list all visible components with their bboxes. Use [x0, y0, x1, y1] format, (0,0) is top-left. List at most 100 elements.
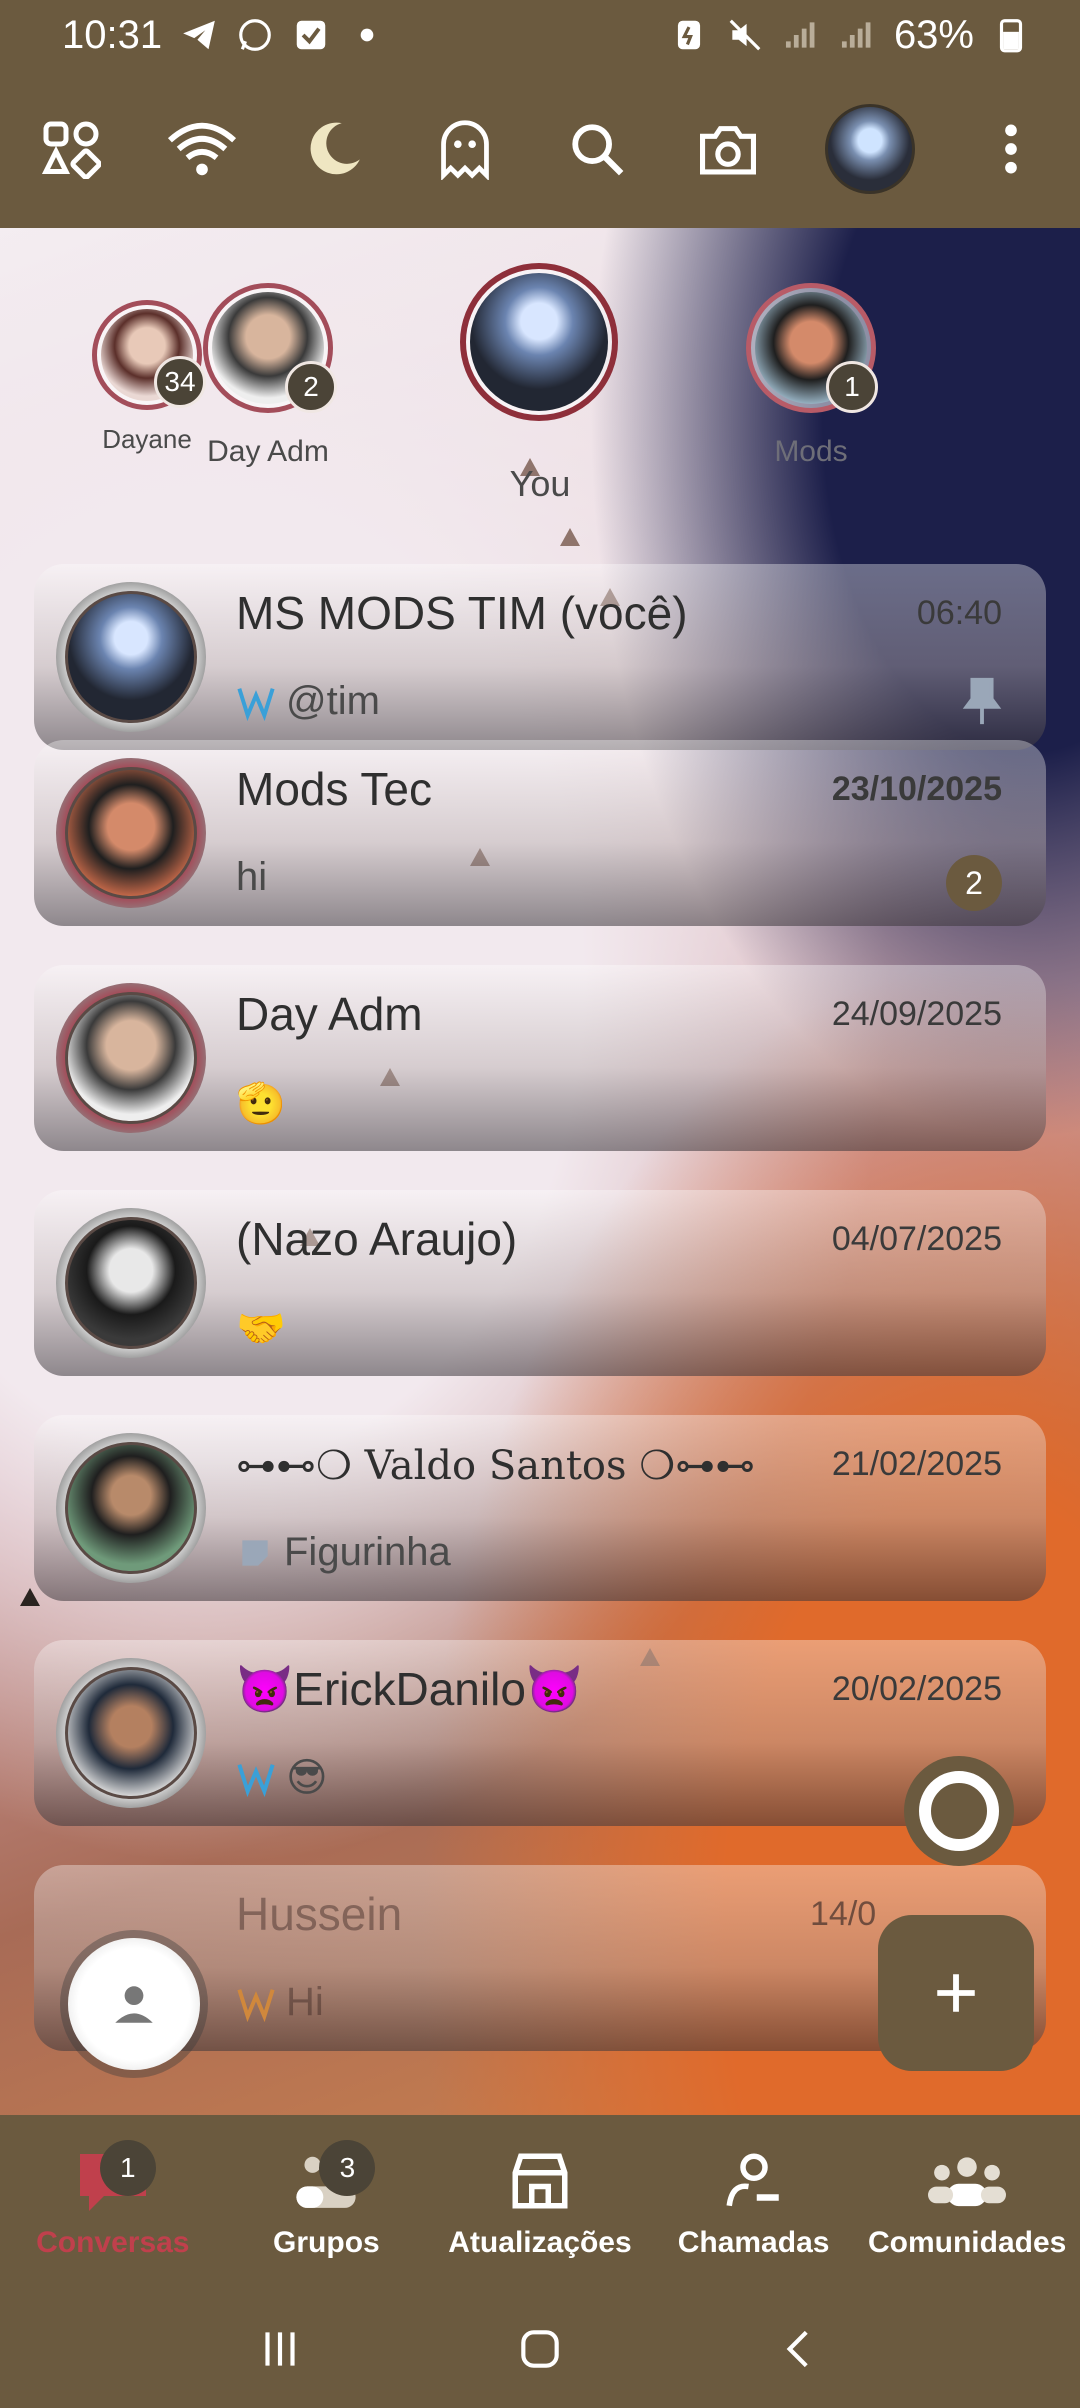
chat-time: 04/07/2025 — [831, 1220, 1002, 1258]
stories-row: 34 Dayane 2 Day Adm You 1 Mods — [0, 228, 1080, 528]
communities-icon — [928, 2156, 1007, 2206]
ghost-icon[interactable] — [430, 114, 500, 184]
chat-item[interactable]: Day Adm 24/09/2025 🫡 — [34, 965, 1046, 1151]
chat-message: 🤝 — [236, 1307, 286, 1351]
brand-w-icon — [237, 687, 275, 721]
telegram-icon — [183, 20, 215, 50]
nav-label: Grupos — [273, 2225, 380, 2259]
chat-preview: @tim — [236, 679, 380, 724]
story-name: Day Adm — [207, 435, 329, 468]
chat-preview: 😎 — [236, 1755, 328, 1801]
tab-grupos[interactable]: 3 Grupos — [221, 2139, 431, 2260]
unread-badge: 2 — [946, 855, 1002, 911]
more-vert-icon[interactable] — [976, 114, 1046, 184]
avatar — [65, 992, 197, 1124]
system-navigation — [0, 2290, 1080, 2408]
whatsapp-icon — [239, 19, 271, 51]
story-dayane[interactable]: 34 Dayane — [92, 300, 206, 455]
wifi-icon[interactable] — [167, 114, 237, 184]
new-chat-button[interactable] — [878, 1915, 1034, 2071]
chat-item[interactable]: (Nazo Araujo) 04/07/2025 🤝 — [34, 1190, 1046, 1376]
chat-preview: Figurinha — [236, 1530, 451, 1575]
avatar — [65, 1217, 197, 1349]
story-avatar — [470, 273, 608, 411]
person-icon — [115, 1986, 153, 2023]
story-name: Mods — [774, 435, 848, 468]
story-day-adm[interactable]: 2 Day Adm — [203, 283, 337, 469]
chat-title: 👿ErickDanilo👿 — [236, 1663, 584, 1715]
story-you[interactable]: You — [460, 263, 620, 505]
profile-avatar[interactable] — [824, 104, 915, 194]
nav-label: Chamadas — [677, 2225, 830, 2259]
chat-preview: 🫡 — [236, 1080, 286, 1127]
apps-icon[interactable] — [36, 114, 106, 184]
story-name: Dayane — [102, 424, 192, 454]
avatar — [65, 591, 197, 723]
tab-atualizacoes[interactable]: Atualizações — [435, 2146, 645, 2260]
nav-label: Comunidades — [867, 2225, 1067, 2259]
chat-title: (Nazo Araujo) — [236, 1213, 518, 1265]
story-count: 2 — [285, 361, 337, 413]
home-icon[interactable] — [515, 2324, 565, 2374]
chat-message: Hi — [286, 1980, 324, 2024]
chat-time: 23/10/2025 — [831, 770, 1002, 808]
chat-preview: Hi — [236, 1980, 324, 2025]
battery-percent: 63% — [893, 12, 974, 57]
nfc-icon — [677, 20, 701, 50]
chat-time: 20/02/2025 — [831, 1670, 1002, 1708]
status-ring-button[interactable] — [904, 1756, 1014, 1866]
avatar — [65, 1442, 197, 1574]
chat-time: 21/02/2025 — [831, 1445, 1002, 1483]
store-icon — [512, 2153, 568, 2208]
chat-title: Day Adm — [236, 988, 423, 1040]
chat-message: hi — [236, 855, 268, 899]
chat-item[interactable]: ⊶⊷❍ Valdo Santos ❍⊶⊷ 21/02/2025 Figurinh… — [34, 1415, 1046, 1601]
tab-chamadas[interactable]: Chamadas — [649, 2146, 859, 2260]
tab-comunidades[interactable]: Comunidades — [862, 2146, 1072, 2260]
signal-icon — [785, 22, 815, 48]
chat-message: @tim — [286, 679, 380, 723]
chat-time: 24/09/2025 — [831, 995, 1002, 1033]
search-icon[interactable] — [562, 114, 632, 184]
nav-badge: 1 — [99, 2139, 156, 2196]
brand-w-icon — [237, 1764, 275, 1798]
chat-time: 06:40 — [916, 594, 1002, 632]
chat-preview: hi — [236, 855, 267, 900]
brand-w-icon — [237, 1988, 275, 2022]
status-bar: 10:31 63% — [0, 0, 1080, 70]
chat-item[interactable]: MS MODS TIM (você) 06:40 @tim — [34, 564, 1046, 750]
nav-label: Conversas — [36, 2225, 190, 2259]
avatar — [65, 1667, 197, 1799]
nav-badge: 3 — [319, 2139, 376, 2196]
back-icon[interactable] — [775, 2324, 825, 2374]
chat-time: 14/0 — [810, 1895, 877, 1933]
checkbox-icon — [296, 20, 326, 50]
top-toolbar — [0, 70, 1080, 228]
story-count: 34 — [154, 356, 206, 408]
story-mods[interactable]: 1 Mods — [746, 283, 878, 469]
decor-shard — [20, 1588, 40, 1606]
chat-preview: 🤝 — [236, 1305, 286, 1352]
chat-item[interactable]: Mods Tec 23/10/2025 hi 2 — [34, 740, 1046, 926]
tab-conversas[interactable]: 1 Conversas — [8, 2139, 218, 2260]
bottom-navigation: 1 Conversas 3 Grupos Atualizações Chamad… — [0, 2115, 1080, 2290]
battery-icon — [999, 19, 1023, 53]
chat-title: Mods Tec — [236, 763, 433, 815]
chat-title: ⊶⊷❍ Valdo Santos ❍⊶⊷ — [236, 1443, 756, 1489]
sticker-icon — [242, 1539, 268, 1566]
story-count: 1 — [826, 361, 878, 413]
signal-2-icon — [841, 22, 871, 48]
chat-message: 😎 — [286, 1756, 328, 1800]
moon-icon[interactable] — [299, 114, 369, 184]
chat-title: MS MODS TIM (você) — [236, 587, 688, 639]
dot-icon — [360, 28, 374, 42]
camera-icon[interactable] — [693, 114, 763, 184]
recents-icon[interactable] — [255, 2324, 305, 2374]
clock: 10:31 — [62, 12, 163, 57]
chat-title: Hussein — [236, 1888, 403, 1940]
chat-item[interactable]: 👿ErickDanilo👿 20/02/2025 😎 — [34, 1640, 1046, 1826]
nav-label: Atualizações — [448, 2225, 632, 2259]
contacts-button[interactable] — [68, 1938, 200, 2070]
avatar — [65, 767, 197, 899]
mute-icon — [729, 19, 761, 51]
